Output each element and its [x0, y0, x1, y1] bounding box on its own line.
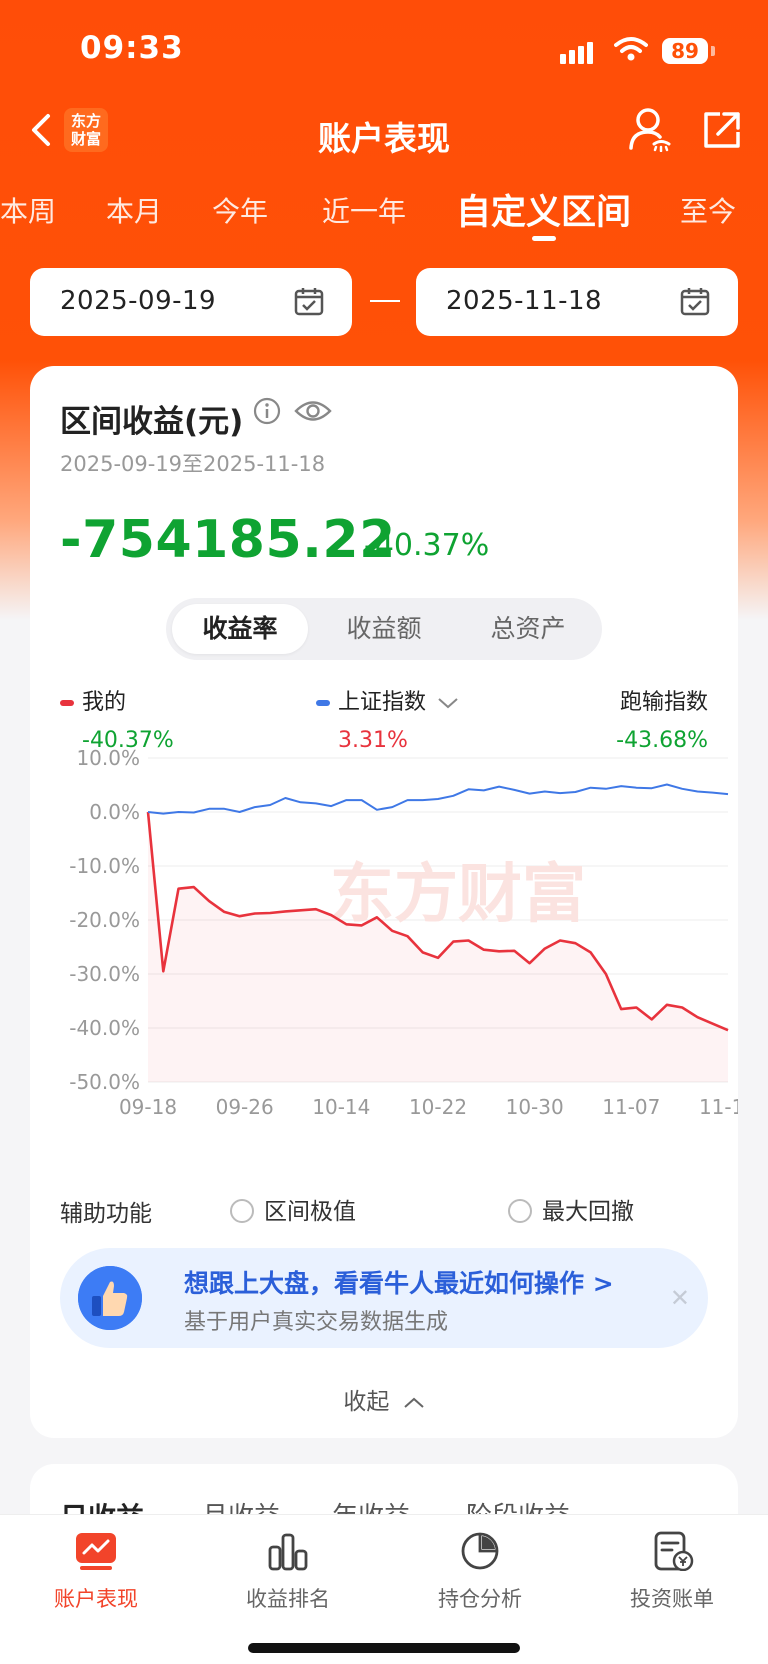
return-amount: -754185.22	[60, 510, 396, 570]
eye-icon[interactable]	[294, 396, 332, 426]
legend-index-label: 上证指数	[338, 690, 427, 715]
max-drawdown-radio[interactable]: 最大回撤	[508, 1192, 634, 1226]
start-date-picker[interactable]: 2025-09-19	[30, 268, 352, 336]
legend-mine-label: 我的	[82, 690, 127, 715]
series-area-mine	[148, 812, 728, 1082]
legend-diff-label: 跑输指数	[619, 690, 708, 715]
aux-label: 辅助功能	[60, 1201, 152, 1227]
back-arrow-icon[interactable]	[26, 110, 66, 150]
x-tick-label: 09-26	[216, 1095, 274, 1119]
battery-tip	[711, 46, 715, 56]
tab-this-week[interactable]: 本周	[0, 190, 56, 230]
y-tick-label: -40.0%	[69, 1016, 140, 1040]
wifi-icon	[614, 37, 648, 61]
returns-chart[interactable]: 10.0%0.0%-10.0%-20.0%-30.0%-40.0%-50.0%东…	[48, 748, 738, 1168]
legend-diff: 跑输指数 -43.68%	[616, 684, 708, 753]
segment-return-amount[interactable]: 收益额	[316, 604, 452, 654]
logo-text-1: 东方	[70, 112, 101, 130]
bottom-navigation: 账户表现 收益排名 持仓分析 投资账单	[0, 1514, 768, 1664]
bottom-tab-label: 投资账单	[630, 1587, 714, 1611]
bottom-tab-label: 收益排名	[246, 1587, 330, 1611]
bill-icon	[654, 1531, 694, 1572]
collapse-label: 收起	[343, 1389, 390, 1415]
y-tick-label: -50.0%	[69, 1070, 140, 1094]
return-percent: -40.37%	[364, 528, 490, 563]
returns-title: 区间收益(元)	[60, 404, 244, 440]
returns-card: 区间收益(元) 2025-09-19至2025-11-18 -754185.22…	[30, 366, 738, 1438]
info-icon[interactable]	[252, 396, 282, 426]
tab-custom-range[interactable]: 自定义区间	[456, 184, 631, 235]
start-date: 2025-09-19	[60, 286, 217, 316]
close-icon[interactable]: ✕	[670, 1284, 690, 1312]
bottom-tab-investment-bill[interactable]: 投资账单	[576, 1531, 768, 1613]
status-bar: 09:33 89	[0, 0, 768, 100]
period-tabs: 本周 本月 今年 近一年 自定义区间 至今	[0, 178, 768, 242]
legend-mine: 我的 -40.37%	[60, 684, 174, 753]
status-time: 09:33	[80, 30, 184, 66]
bottom-tab-label: 账户表现	[54, 1587, 138, 1611]
x-tick-label: 10-22	[409, 1095, 467, 1119]
y-tick-label: -20.0%	[69, 908, 140, 932]
pie-chart-icon	[461, 1532, 499, 1570]
date-separator	[370, 300, 400, 302]
collapse-button[interactable]: 收起	[30, 1382, 738, 1416]
battery-icon: 89	[662, 38, 708, 64]
series-line-index	[147, 783, 729, 815]
end-date-picker[interactable]: 2025-11-18	[416, 268, 738, 336]
x-tick-label: 10-14	[312, 1095, 370, 1119]
red-dot-icon	[60, 700, 74, 706]
metric-segmented-control: 收益率 收益额 总资产	[166, 598, 602, 660]
radio-icon	[230, 1198, 254, 1223]
active-tab-indicator	[532, 236, 556, 241]
bottom-tab-account-performance[interactable]: 账户表现	[0, 1531, 192, 1613]
tab-this-year[interactable]: 今年	[212, 190, 268, 230]
signal-icon	[560, 42, 596, 64]
nav-bar: 东方 财富 账户表现	[0, 100, 768, 160]
bottom-tab-return-ranking[interactable]: 收益排名	[192, 1531, 384, 1613]
calendar-icon	[680, 288, 710, 316]
x-tick-label: 11-07	[602, 1095, 660, 1119]
logo-text-2: 财富	[70, 130, 101, 148]
segment-total-assets[interactable]: 总资产	[460, 604, 596, 654]
range-extreme-label: 区间极值	[264, 1199, 356, 1225]
bar-chart-icon	[268, 1533, 308, 1571]
y-tick-label: 0.0%	[89, 800, 140, 824]
share-icon[interactable]	[700, 108, 744, 152]
blue-dot-icon	[316, 700, 330, 706]
legend-index[interactable]: 上证指数 3.31%	[316, 684, 459, 753]
user-privacy-icon[interactable]	[628, 106, 672, 152]
x-tick-label: 11-17	[699, 1095, 738, 1119]
chart-trend-icon	[76, 1533, 116, 1570]
thumbs-up-icon	[78, 1266, 142, 1330]
promo-subtitle: 基于用户真实交易数据生成	[184, 1310, 449, 1335]
chevron-down-icon	[438, 698, 458, 709]
bottom-tab-label: 持仓分析	[438, 1587, 522, 1611]
x-tick-label: 09-18	[119, 1095, 177, 1119]
range-extreme-radio[interactable]: 区间极值	[230, 1192, 356, 1226]
range-text: 2025-09-19至2025-11-18	[60, 452, 326, 476]
tab-this-month[interactable]: 本月	[106, 190, 162, 230]
calendar-icon	[294, 288, 324, 316]
y-tick-label: -30.0%	[69, 962, 140, 986]
y-tick-label: 10.0%	[76, 748, 140, 770]
promo-title: 想跟上大盘，看看牛人最近如何操作 >	[184, 1269, 614, 1298]
promo-banner[interactable]: 想跟上大盘，看看牛人最近如何操作 > 基于用户真实交易数据生成 ✕	[60, 1248, 708, 1348]
home-indicator	[248, 1643, 520, 1653]
x-tick-label: 10-30	[506, 1095, 564, 1119]
segment-return-rate[interactable]: 收益率	[172, 604, 308, 654]
app-logo: 东方 财富	[64, 108, 108, 152]
tab-last-year[interactable]: 近一年	[322, 190, 406, 230]
tab-to-date[interactable]: 至今	[680, 190, 736, 230]
chevron-up-icon	[403, 1397, 424, 1408]
y-tick-label: -10.0%	[69, 854, 140, 878]
end-date: 2025-11-18	[446, 286, 603, 316]
max-drawdown-label: 最大回撤	[542, 1199, 634, 1225]
bottom-tab-holdings-analysis[interactable]: 持仓分析	[384, 1531, 576, 1613]
radio-icon	[508, 1198, 532, 1223]
